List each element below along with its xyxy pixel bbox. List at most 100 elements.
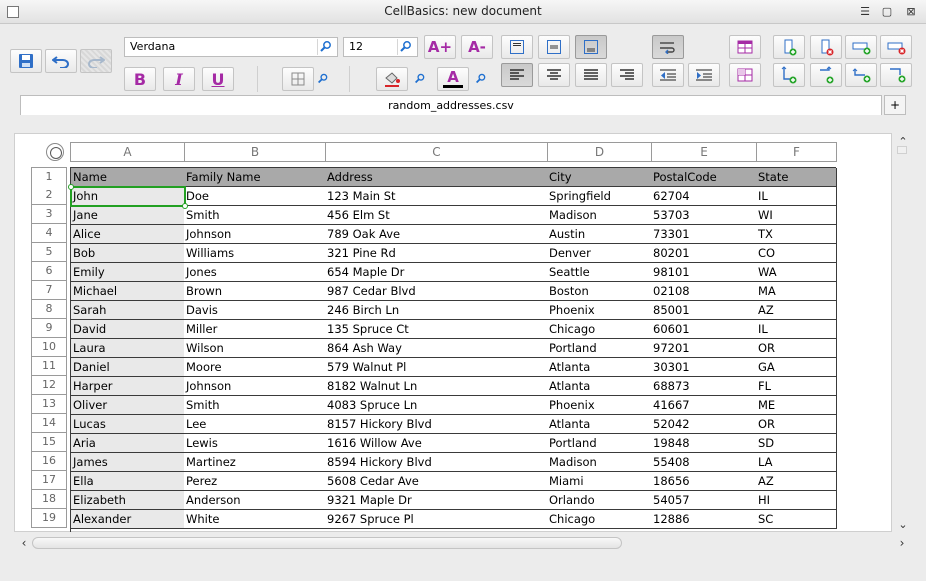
table-cell[interactable]: Atlanta: [547, 358, 652, 377]
fill-color-button[interactable]: [376, 67, 408, 91]
table-cell[interactable]: Smith: [184, 396, 326, 415]
font-search-icon[interactable]: [317, 39, 335, 55]
table-cell[interactable]: Austin: [547, 225, 652, 244]
insert-row-above-button[interactable]: [845, 63, 877, 87]
align-justify-button[interactable]: [575, 63, 607, 87]
table-cell[interactable]: HI: [756, 491, 837, 510]
row-header[interactable]: 12: [31, 376, 67, 395]
table-cell[interactable]: Madison: [547, 206, 652, 225]
table-cell[interactable]: AZ: [756, 301, 837, 320]
table-cell[interactable]: 4083 Spruce Ln: [325, 396, 548, 415]
table-cell[interactable]: Anderson: [184, 491, 326, 510]
table-cell[interactable]: Bob: [71, 244, 185, 263]
wrap-text-button[interactable]: [652, 35, 684, 59]
table-cell[interactable]: Chicago: [547, 510, 652, 529]
table-cell[interactable]: 55408: [651, 453, 757, 472]
table-cell[interactable]: Michael: [71, 282, 185, 301]
table-format-button[interactable]: [729, 63, 761, 87]
table-cell[interactable]: 80201: [651, 244, 757, 263]
table-cell[interactable]: 12886: [651, 510, 757, 529]
row-header[interactable]: 8: [31, 300, 67, 319]
table-cell[interactable]: Laura: [71, 339, 185, 358]
restore-icon[interactable]: ▢: [880, 5, 894, 19]
increase-indent-button[interactable]: [688, 63, 720, 87]
redo-button[interactable]: [80, 49, 112, 73]
table-cell[interactable]: Brown: [184, 282, 326, 301]
table-cell[interactable]: Springfield: [547, 187, 652, 206]
font-color-button[interactable]: A: [437, 67, 469, 91]
table-cell[interactable]: 41667: [651, 396, 757, 415]
table-cell[interactable]: IL: [756, 320, 837, 339]
table-cell[interactable]: Davis: [184, 301, 326, 320]
table-cell[interactable]: Martinez: [184, 453, 326, 472]
table-cell[interactable]: 68873: [651, 377, 757, 396]
table-cell[interactable]: Madison: [547, 453, 652, 472]
table-cell[interactable]: 60601: [651, 320, 757, 339]
row-header[interactable]: 1: [31, 167, 67, 187]
table-cell[interactable]: Denver: [547, 244, 652, 263]
table-cell[interactable]: James: [71, 453, 185, 472]
column-header-f[interactable]: F: [756, 142, 837, 162]
table-cell[interactable]: 19848: [651, 434, 757, 453]
table-cell[interactable]: 9267 Spruce Pl: [325, 510, 548, 529]
fill-color-search-button[interactable]: [409, 67, 431, 91]
insert-row-below-button[interactable]: [880, 63, 912, 87]
align-center-button[interactable]: [538, 63, 570, 87]
table-cell[interactable]: Portland: [547, 434, 652, 453]
table-cell[interactable]: Miami: [547, 472, 652, 491]
header-cell[interactable]: City: [547, 168, 652, 187]
table-cell[interactable]: OR: [756, 415, 837, 434]
row-header[interactable]: 11: [31, 357, 67, 376]
table-cell[interactable]: 53703: [651, 206, 757, 225]
table-cell[interactable]: IL: [756, 187, 837, 206]
menu-icon[interactable]: ☰: [858, 5, 872, 19]
table-cell[interactable]: ME: [756, 396, 837, 415]
table-cell[interactable]: Miller: [184, 320, 326, 339]
table-cell[interactable]: 54057: [651, 491, 757, 510]
table-cell[interactable]: Johnson: [184, 377, 326, 396]
table-cell[interactable]: 1616 Willow Ave: [325, 434, 548, 453]
align-bottom-button[interactable]: [575, 35, 607, 59]
table-cell[interactable]: Jones: [184, 263, 326, 282]
table-cell[interactable]: David: [71, 320, 185, 339]
table-cell[interactable]: 18656: [651, 472, 757, 491]
row-header[interactable]: 5: [31, 243, 67, 262]
underline-button[interactable]: U: [202, 67, 234, 91]
table-cell[interactable]: 52042: [651, 415, 757, 434]
table-cell[interactable]: AZ: [756, 472, 837, 491]
save-button[interactable]: [10, 49, 42, 73]
table-cell[interactable]: Atlanta: [547, 377, 652, 396]
row-header[interactable]: 6: [31, 262, 67, 281]
table-cell[interactable]: Emily: [71, 263, 185, 282]
column-header-a[interactable]: A: [70, 142, 185, 162]
table-cell[interactable]: 987 Cedar Blvd: [325, 282, 548, 301]
row-header[interactable]: 14: [31, 414, 67, 433]
table-cell[interactable]: Atlanta: [547, 415, 652, 434]
table-cell[interactable]: TX: [756, 225, 837, 244]
table-cell[interactable]: Lucas: [71, 415, 185, 434]
row-header[interactable]: 15: [31, 433, 67, 452]
delete-column-button[interactable]: [810, 35, 842, 59]
table-cell[interactable]: SC: [756, 510, 837, 529]
table-cell[interactable]: Lee: [184, 415, 326, 434]
table-cell[interactable]: Alexander: [71, 510, 185, 529]
font-size-combo[interactable]: 12: [343, 37, 418, 57]
table-cell[interactable]: Boston: [547, 282, 652, 301]
row-header[interactable]: 16: [31, 452, 67, 471]
column-header-b[interactable]: B: [184, 142, 326, 162]
row-header[interactable]: 9: [31, 319, 67, 338]
undo-button[interactable]: [45, 49, 77, 73]
table-cell[interactable]: CO: [756, 244, 837, 263]
delete-row-button[interactable]: [880, 35, 912, 59]
table-cell[interactable]: WI: [756, 206, 837, 225]
table-cell[interactable]: 8182 Walnut Ln: [325, 377, 548, 396]
align-middle-button[interactable]: [538, 35, 570, 59]
header-cell[interactable]: PostalCode: [651, 168, 757, 187]
row-header[interactable]: 18: [31, 490, 67, 509]
column-header-d[interactable]: D: [547, 142, 652, 162]
italic-button[interactable]: I: [163, 67, 195, 91]
table-cell[interactable]: 8594 Hickory Blvd: [325, 453, 548, 472]
add-tab-button[interactable]: +: [884, 95, 906, 115]
row-header[interactable]: 13: [31, 395, 67, 414]
table-cell[interactable]: 789 Oak Ave: [325, 225, 548, 244]
